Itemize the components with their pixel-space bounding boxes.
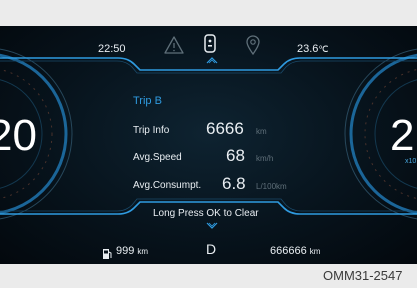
- fuel-range-value: 999: [116, 245, 135, 257]
- temperature-unit: ℃: [318, 44, 329, 54]
- avg-consumption-unit: L/100km: [256, 182, 287, 191]
- clear-hint: Long Press OK to Clear: [153, 208, 259, 219]
- trip-title: Trip B: [133, 95, 162, 107]
- fuel-pump-icon: [103, 249, 112, 259]
- chevron-down-icon: [206, 222, 218, 229]
- odometer: 666666 km: [270, 245, 320, 257]
- odometer-value: 666666: [270, 245, 307, 257]
- fuel-range: 999 km: [116, 245, 148, 257]
- gear-indicator: D: [206, 241, 217, 257]
- right-gauge-multiplier: x10: [405, 158, 417, 165]
- avg-speed-label: Avg.Speed: [133, 152, 182, 163]
- instrument-cluster-display: 20 2 x10 22:50 23.6℃ Trip B Trip Info 66…: [0, 26, 417, 264]
- right-gauge-value: 2: [390, 111, 415, 160]
- trip-info-label: Trip Info: [133, 125, 170, 136]
- trip-info-unit: km: [256, 127, 267, 136]
- temperature-value: 23.6: [297, 43, 319, 55]
- avg-consumption-label: Avg.Consumpt.: [133, 180, 202, 191]
- avg-speed-value: 68: [226, 146, 245, 165]
- fuel-range-unit: km: [137, 247, 149, 256]
- outside-temperature: 23.6℃: [297, 43, 329, 55]
- odometer-unit: km: [309, 247, 321, 256]
- location-pin-icon: [246, 35, 260, 56]
- warning-triangle-icon: [164, 36, 184, 54]
- avg-consumption-value: 6.8: [222, 174, 246, 193]
- figure-caption: OMM31-2547: [323, 268, 403, 283]
- avg-speed-unit: km/h: [256, 154, 274, 163]
- trip-info-value: 6666: [206, 119, 244, 138]
- phone-icon: [204, 34, 216, 53]
- left-gauge-value: 20: [0, 111, 37, 160]
- clock-time: 22:50: [98, 43, 126, 55]
- chevron-up-icon: [206, 57, 218, 64]
